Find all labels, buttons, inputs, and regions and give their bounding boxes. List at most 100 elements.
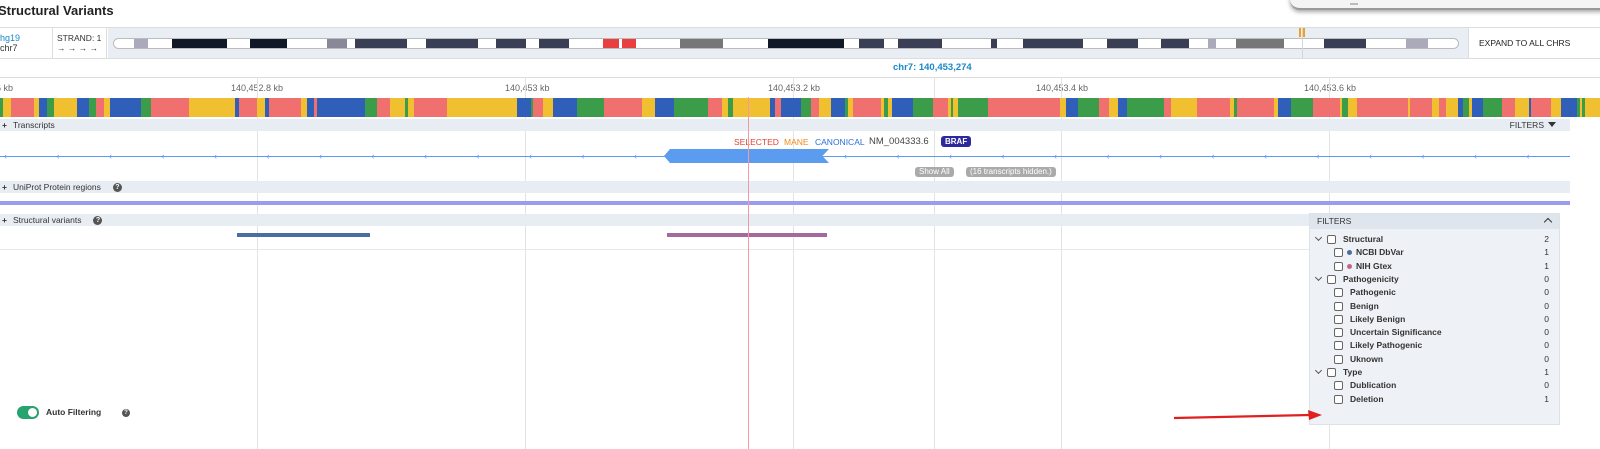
red-arrow-annotation <box>1173 410 1322 420</box>
ideogram-band <box>134 39 148 48</box>
track-header-structural-variants[interactable]: + Structural variants? <box>0 214 1310 226</box>
legend-dot-icon <box>1347 250 1352 256</box>
chevron-down-icon[interactable] <box>1314 366 1323 375</box>
filter-option-row[interactable]: Pathogenic 0 <box>1310 286 1561 299</box>
collapse-chevron-up-icon[interactable] <box>1543 217 1553 227</box>
filter-option-row[interactable]: Benign 0 <box>1310 300 1561 313</box>
filter-count: 0 <box>1544 340 1549 351</box>
filter-option-row[interactable]: Uknown 0 <box>1310 353 1561 366</box>
filter-count: 0 <box>1544 287 1549 298</box>
chevron-left-icon: ‹ <box>371 151 375 161</box>
ideogram-position-marker <box>1299 28 1301 37</box>
ideogram-band <box>1236 39 1284 48</box>
filter-checkbox[interactable] <box>1334 261 1343 271</box>
filter-label: Pathogenicity <box>1343 273 1399 284</box>
chevron-left-icon: ‹ <box>4 151 7 161</box>
filter-option-row[interactable]: Likely Pathogenic 0 <box>1310 339 1561 352</box>
filter-group-row[interactable]: Pathogenicity 0 <box>1310 273 1561 286</box>
chevron-left-icon: ‹ <box>1211 151 1215 161</box>
filter-checkbox[interactable] <box>1327 274 1336 284</box>
track-label: Transcripts <box>12 120 55 130</box>
help-icon[interactable]: ? <box>93 216 103 225</box>
chevron-left-icon: ‹ <box>424 151 427 161</box>
ideogram-band <box>1406 39 1428 48</box>
sequence-base <box>1595 98 1600 117</box>
auto-filtering-toggle[interactable] <box>17 406 39 419</box>
expand-to-all-chrs-button[interactable]: EXPAND TO ALL CHRS <box>1468 28 1600 58</box>
transcripts-filters-button[interactable]: FILTERS <box>1510 119 1556 131</box>
ideogram-band <box>355 39 407 48</box>
ideogram-band <box>622 39 636 48</box>
filter-checkbox[interactable] <box>1334 328 1343 338</box>
ideogram-band <box>768 39 844 48</box>
filter-option-row[interactable]: NIH Gtex 1 <box>1310 260 1561 273</box>
expand-plus-icon[interactable]: + <box>2 182 7 192</box>
track-header-transcripts[interactable]: + Transcripts FILTERS <box>0 119 1570 131</box>
filter-checkbox[interactable] <box>1334 341 1343 351</box>
coordinate-ruler: 6 kb 140,452.8 kb 140,453 kb 140,453.2 k… <box>0 77 1600 97</box>
filter-count: 1 <box>1544 247 1549 258</box>
chevron-down-icon[interactable] <box>1314 233 1323 242</box>
chevron-left-icon: ‹ <box>1054 151 1057 161</box>
filters-panel-header[interactable]: FILTERS <box>1310 214 1559 229</box>
gene-badge[interactable]: BRAF <box>941 136 972 147</box>
chromosome-ideogram[interactable] <box>113 38 1459 49</box>
filter-checkbox[interactable] <box>1334 248 1343 258</box>
filter-count: 2 <box>1544 234 1549 244</box>
filter-checkbox[interactable] <box>1334 394 1343 404</box>
filter-checkbox[interactable] <box>1334 301 1343 311</box>
filter-option-row[interactable]: Dublication 0 <box>1310 379 1561 392</box>
expand-plus-icon[interactable]: + <box>2 120 7 130</box>
filter-option-row[interactable]: Uncertain Significance 0 <box>1310 326 1561 339</box>
filter-checkbox[interactable] <box>1334 381 1343 391</box>
track-divider <box>0 249 1310 250</box>
strand-indicator: STRAND: 1 → → → → <box>52 28 107 58</box>
structural-variant-nih[interactable] <box>667 233 827 237</box>
track-header-uniprot[interactable]: + UniProt Protein regions? <box>0 181 1570 193</box>
grid-line <box>525 77 526 449</box>
ruler-tick-label: 140,453 kb <box>505 83 550 93</box>
filter-label: Benign <box>1350 300 1379 311</box>
filter-count: 0 <box>1544 327 1549 338</box>
ruler-tick-label: 140,453.6 kb <box>1304 83 1357 93</box>
transcript-exon[interactable] <box>664 149 829 163</box>
chevron-left-icon: ‹ <box>319 151 322 161</box>
help-icon[interactable]: ? <box>112 183 122 192</box>
transcript-name[interactable]: NM_004333.6 <box>869 136 929 147</box>
structural-variant-ncbi[interactable] <box>237 233 370 237</box>
filter-group-row[interactable]: Structural 2 <box>1310 233 1561 246</box>
chevron-down-icon[interactable] <box>1314 273 1323 281</box>
chevron-left-icon: ‹ <box>896 151 900 161</box>
strand-label: STRAND: 1 <box>57 33 102 43</box>
filter-checkbox[interactable] <box>1334 354 1343 364</box>
ideogram-band <box>991 39 997 48</box>
chevron-left-icon: ‹ <box>214 151 217 161</box>
filter-group-row[interactable]: Type 1 <box>1310 366 1561 379</box>
filters-panel: FILTERS Structural 2 NCBI DbVar 1 NIH Gtex 1 P… <box>1309 213 1560 425</box>
expand-plus-icon[interactable]: + <box>2 215 7 225</box>
ideogram-band <box>327 39 347 48</box>
filter-count: 0 <box>1544 273 1549 284</box>
chevron-left-icon: ‹ <box>109 151 112 161</box>
show-all-button[interactable]: Show All <box>915 167 954 177</box>
chevron-left-icon: ‹ <box>476 151 480 161</box>
filter-option-row[interactable]: NCBI DbVar 1 <box>1310 246 1561 259</box>
ideogram-band <box>859 39 884 48</box>
assembly-link[interactable]: hg19 <box>0 33 20 43</box>
chevron-left-icon: ‹ <box>949 151 952 161</box>
filter-icon <box>1548 122 1556 127</box>
ideogram-band <box>1107 39 1138 48</box>
ideogram-band <box>426 39 478 48</box>
filter-count: 1 <box>1544 393 1549 404</box>
filter-checkbox[interactable] <box>1334 314 1343 324</box>
filter-checkbox[interactable] <box>1327 235 1336 244</box>
uniprot-region-bar[interactable] <box>0 201 1570 205</box>
filter-checkbox[interactable] <box>1327 368 1336 377</box>
filter-option-row[interactable]: Likely Benign 0 <box>1310 313 1561 326</box>
filter-checkbox[interactable] <box>1334 288 1343 298</box>
help-icon[interactable]: ? <box>122 409 130 417</box>
ideogram-band <box>1324 39 1366 48</box>
filter-option-row[interactable]: Deletion 1 <box>1310 393 1561 406</box>
chromosome-label: chr7 <box>0 43 18 53</box>
ideogram-band <box>1161 39 1189 48</box>
